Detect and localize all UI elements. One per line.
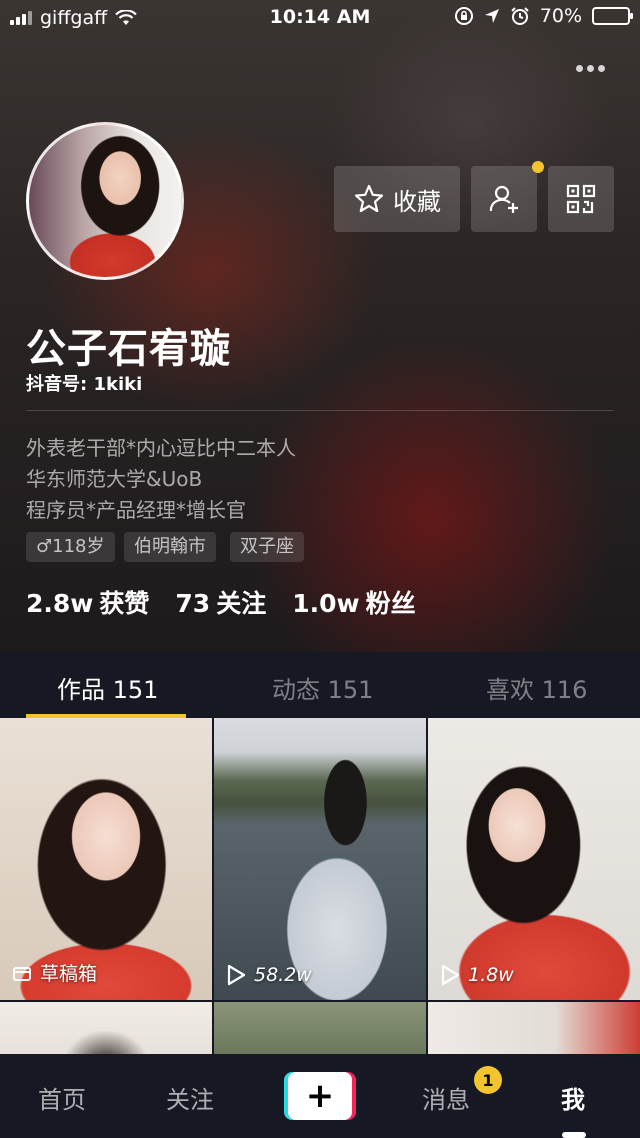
tag-zodiac: 双子座	[230, 532, 304, 562]
alarm-icon	[511, 7, 529, 25]
stat-following[interactable]: 73 关注	[175, 584, 266, 620]
active-nav-indicator	[562, 1132, 586, 1138]
profile-stats: 2.8w 获赞 73 关注 1.0w 粉丝	[26, 584, 416, 620]
bio-line: 华东师范大学&UoB	[26, 467, 203, 491]
location-icon	[484, 9, 499, 23]
stat-likes-number: 2.8w	[26, 589, 94, 618]
stat-likes-label: 获赞	[99, 589, 150, 618]
status-bar: giffgaff 10:14 AM 70%	[0, 0, 640, 36]
divider	[26, 410, 614, 411]
stat-following-number: 73	[175, 589, 211, 618]
view-count: 58.2w	[254, 964, 312, 986]
bottom-nav: 首页 关注 + 消息 1 我	[0, 1054, 640, 1138]
video-thumbnail[interactable]: 58.2w	[214, 718, 426, 1000]
nav-follow[interactable]: 关注	[166, 1080, 214, 1115]
qr-code-button[interactable]	[548, 166, 614, 232]
play-icon	[227, 964, 246, 986]
notification-dot	[532, 161, 544, 173]
favorite-button[interactable]: 收藏	[334, 166, 460, 232]
battery-percent: 70%	[539, 5, 582, 27]
draft-box-icon	[13, 966, 31, 981]
avatar[interactable]	[26, 122, 184, 280]
messages-badge: 1	[474, 1066, 502, 1094]
stat-following-label: 关注	[216, 589, 267, 618]
add-user-icon	[489, 185, 518, 213]
stat-likes[interactable]: 2.8w 获赞	[26, 584, 149, 620]
add-video-button[interactable]: +	[284, 1072, 356, 1120]
video-thumbnail[interactable]: 1.8w	[428, 718, 640, 1000]
tab-likes[interactable]: 喜欢 116	[486, 670, 587, 705]
nav-me[interactable]: 我	[561, 1080, 585, 1115]
draft-label: 草稿箱	[40, 963, 98, 985]
favorite-label: 收藏	[393, 187, 441, 216]
bio-line: 外表老干部*内心逗比中二本人	[26, 436, 296, 460]
tab-dynamic[interactable]: 动态 151	[272, 670, 373, 705]
nav-home[interactable]: 首页	[38, 1080, 86, 1115]
video-grid: 草稿箱 58.2w 1.8w	[0, 718, 640, 1082]
video-caption: 草稿箱	[12, 959, 97, 986]
qr-code-icon	[566, 184, 596, 214]
video-caption: 1.8w	[440, 964, 514, 986]
plus-icon: +	[288, 1072, 352, 1120]
profile-name: 公子石宥璇	[26, 326, 231, 372]
battery-icon	[592, 7, 633, 25]
view-count: 1.8w	[468, 964, 514, 986]
add-friend-button[interactable]	[471, 166, 537, 232]
stat-fans-label: 粉丝	[365, 589, 416, 618]
tab-works[interactable]: 作品 151	[57, 670, 158, 705]
play-icon	[441, 964, 460, 986]
more-options-button[interactable]	[570, 56, 610, 80]
douyin-id[interactable]: 抖音号: 1kiki	[26, 370, 142, 396]
video-caption: 58.2w	[226, 964, 312, 986]
nav-messages[interactable]: 消息	[422, 1080, 470, 1115]
stat-fans-number: 1.0w	[292, 589, 360, 618]
tag-age: ♂118岁	[26, 532, 115, 562]
stat-fans[interactable]: 1.0w 粉丝	[292, 584, 415, 620]
bio-line: 程序员*产品经理*增长官	[26, 498, 246, 522]
content-tabs: 作品 151 动态 151 喜欢 116	[0, 652, 640, 718]
tag-city: 伯明翰市	[124, 532, 216, 562]
video-thumbnail[interactable]: 草稿箱	[0, 718, 212, 1000]
orientation-lock-icon	[454, 7, 473, 25]
status-right: 70%	[454, 5, 633, 27]
star-icon	[354, 184, 384, 213]
